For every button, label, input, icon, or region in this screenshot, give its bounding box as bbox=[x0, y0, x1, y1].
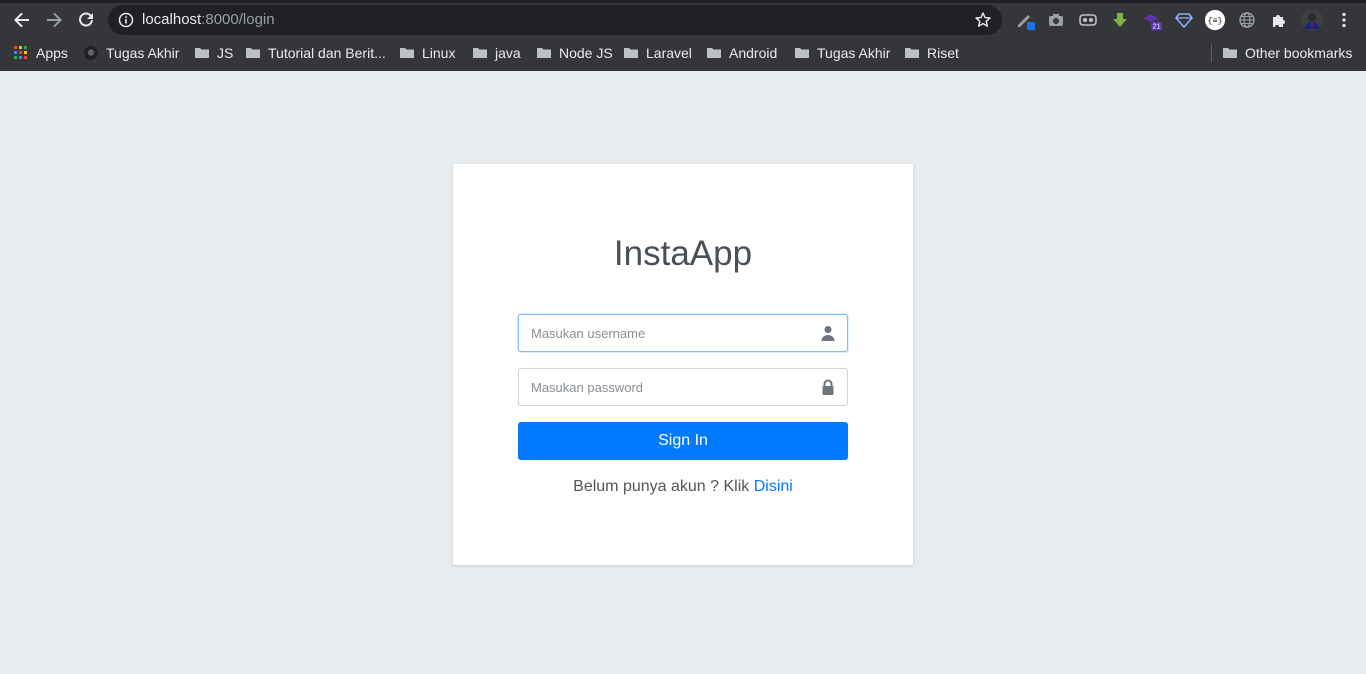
bookmark-label: Tutorial dan Berit... bbox=[268, 45, 386, 61]
bookmarks-bar: Apps Tugas Akhir JS Tutorial dan Berit..… bbox=[0, 36, 1366, 71]
folder-icon bbox=[707, 48, 721, 58]
svg-text:{≡}: {≡} bbox=[1208, 16, 1223, 26]
reload-icon bbox=[79, 12, 93, 27]
bookmark-tutorial[interactable]: Tutorial dan Berit... bbox=[246, 44, 386, 62]
bookmark-label: Tugas Akhir bbox=[106, 45, 180, 61]
url-path: :8000/login bbox=[201, 11, 275, 28]
bookmark-label: Apps bbox=[36, 45, 68, 61]
pen-extension-icon[interactable] bbox=[1014, 9, 1036, 31]
json-extension-icon[interactable]: {≡} bbox=[1204, 9, 1226, 31]
signup-prompt: Belum punya akun ? Klik Disini bbox=[453, 478, 913, 496]
bookmark-label: Riset bbox=[927, 45, 959, 61]
arrow-right-icon bbox=[47, 12, 62, 28]
url-host: localhost bbox=[142, 11, 202, 28]
folder-icon bbox=[195, 48, 209, 58]
github-icon bbox=[84, 46, 98, 60]
bookmark-label: Other bookmarks bbox=[1245, 45, 1353, 61]
extension-badge: 21 bbox=[1153, 22, 1161, 31]
bookmark-java[interactable]: java bbox=[473, 44, 521, 62]
username-input[interactable] bbox=[519, 315, 809, 351]
folder-icon bbox=[624, 48, 638, 58]
bookmark-label: Tugas Akhir bbox=[817, 45, 891, 61]
bookmark-node-js[interactable]: Node JS bbox=[537, 44, 613, 62]
diamond-extension-icon[interactable] bbox=[1173, 9, 1195, 31]
reload-button[interactable] bbox=[73, 7, 99, 33]
password-input[interactable] bbox=[519, 369, 809, 405]
back-button[interactable] bbox=[9, 7, 35, 33]
login-card: InstaApp Sign In Belum punya akun ? Klik… bbox=[453, 164, 913, 565]
bookmark-tugas-akhir[interactable]: Tugas Akhir bbox=[795, 44, 890, 62]
arrow-left-icon bbox=[14, 12, 29, 28]
bookmark-label: java bbox=[495, 45, 521, 61]
forward-button[interactable] bbox=[41, 7, 67, 33]
username-field[interactable] bbox=[518, 314, 848, 352]
puzzle-extensions-icon[interactable] bbox=[1268, 9, 1290, 31]
apps-grid-icon bbox=[14, 46, 27, 59]
bookmark-other[interactable]: Other bookmarks bbox=[1223, 44, 1352, 62]
globe-extension-icon[interactable] bbox=[1236, 9, 1258, 31]
camera-extension-icon[interactable] bbox=[1045, 9, 1067, 31]
download-extension-icon[interactable] bbox=[1109, 9, 1131, 31]
bookmark-label: Laravel bbox=[646, 45, 692, 61]
bookmarks-divider bbox=[1211, 44, 1212, 62]
folder-icon bbox=[905, 48, 919, 58]
bookmark-apps[interactable]: Apps bbox=[14, 44, 68, 62]
profile-avatar[interactable] bbox=[1301, 9, 1323, 31]
address-bar[interactable]: localhost:8000/login bbox=[108, 5, 1002, 35]
browser-toolbar: localhost:8000/login 21 {≡} bbox=[0, 3, 1366, 36]
bookmark-riset[interactable]: Riset bbox=[905, 44, 959, 62]
sign-in-button[interactable]: Sign In bbox=[518, 422, 848, 460]
browser-chrome: localhost:8000/login 21 {≡} Apps Tugas A… bbox=[0, 0, 1366, 71]
folder-icon bbox=[246, 48, 260, 58]
address-url[interactable]: localhost:8000/login bbox=[142, 12, 275, 28]
bookmark-label: JS bbox=[217, 45, 234, 61]
bookmark-label: Node JS bbox=[559, 45, 613, 61]
bookmark-tugas-akhir-github[interactable]: Tugas Akhir bbox=[84, 44, 179, 62]
password-field[interactable] bbox=[518, 368, 848, 406]
bookmark-star-icon[interactable] bbox=[974, 11, 992, 29]
menu-kebab-icon[interactable] bbox=[1333, 9, 1355, 31]
lock-icon bbox=[822, 379, 834, 395]
app-title: InstaApp bbox=[613, 234, 753, 273]
bookmark-laravel[interactable]: Laravel bbox=[624, 44, 692, 62]
signup-link[interactable]: Disini bbox=[754, 478, 793, 495]
folder-icon bbox=[795, 48, 809, 58]
user-icon bbox=[821, 326, 835, 341]
mask-extension-icon[interactable] bbox=[1077, 9, 1099, 31]
folder-icon bbox=[1223, 48, 1237, 58]
bookmark-js[interactable]: JS bbox=[195, 44, 233, 62]
bookmark-android[interactable]: Android bbox=[707, 44, 777, 62]
info-icon[interactable] bbox=[118, 12, 134, 28]
bookmark-label: Android bbox=[729, 45, 778, 61]
folder-icon bbox=[537, 48, 551, 58]
bookmark-linux[interactable]: Linux bbox=[400, 44, 455, 62]
hat-extension-icon[interactable]: 21 bbox=[1141, 9, 1163, 31]
folder-icon bbox=[473, 48, 487, 58]
signup-text: Belum punya akun ? Klik bbox=[573, 478, 754, 495]
folder-icon bbox=[400, 48, 414, 58]
bookmark-label: Linux bbox=[422, 45, 456, 61]
